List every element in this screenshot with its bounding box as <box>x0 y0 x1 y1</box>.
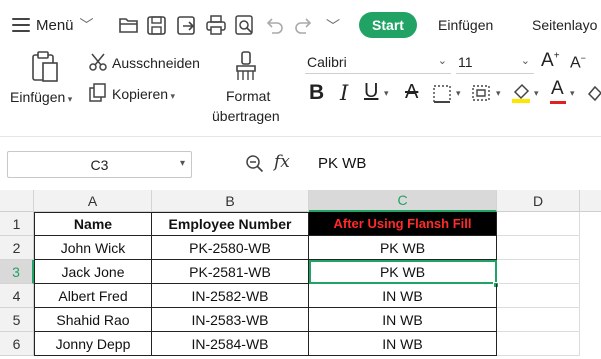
bold-icon[interactable]: B <box>309 81 324 105</box>
formula-input[interactable]: PK WB <box>318 155 366 172</box>
font-size-value: 11 <box>458 53 473 70</box>
cell-d5[interactable] <box>497 308 580 332</box>
cell-d2[interactable] <box>497 236 580 260</box>
save-icon[interactable] <box>146 13 168 37</box>
paste-button[interactable]: Einfügen ▾ <box>10 89 72 105</box>
cell-a6[interactable]: Jonny Depp <box>34 332 152 356</box>
tab-page-layout[interactable]: Seitenlayo <box>532 17 597 33</box>
row-header-5[interactable]: 5 <box>0 308 34 332</box>
cell-c3-selected[interactable]: PK WB <box>309 260 497 284</box>
fill-color-icon[interactable] <box>510 82 532 104</box>
undo-icon[interactable] <box>264 13 284 37</box>
font-name-select[interactable]: Calibri ⌄ <box>305 50 451 74</box>
strikethrough-icon[interactable]: A <box>405 81 418 104</box>
hamburger-icon <box>12 18 30 32</box>
tab-insert[interactable]: Einfügen <box>438 17 493 33</box>
chevron-down-icon: ⌄ <box>520 55 530 67</box>
row-header-3[interactable]: 3 <box>0 260 34 284</box>
copy-icon <box>89 83 106 102</box>
cell-c6[interactable]: IN WB <box>309 332 497 356</box>
cell-c4[interactable]: IN WB <box>309 284 497 308</box>
chevron-down-icon: ▾ <box>179 158 185 169</box>
scissors-icon <box>89 53 107 71</box>
cell-b2[interactable]: PK-2580-WB <box>152 236 309 260</box>
row-header-4[interactable]: 4 <box>0 284 34 308</box>
font-color-swatch <box>550 101 566 104</box>
format-painter-label-2[interactable]: übertragen <box>212 108 280 124</box>
ribbon: Einfügen ▾ Ausschneiden Kopieren ▾ Forma… <box>0 50 601 136</box>
column-header-d[interactable]: D <box>497 190 580 212</box>
fill-color-dropdown-icon[interactable]: ▾ <box>534 88 539 99</box>
function-icon[interactable]: fx <box>274 152 290 172</box>
print-icon[interactable] <box>205 13 227 37</box>
column-header-a[interactable]: A <box>34 190 152 212</box>
row-header-1[interactable]: 1 <box>0 212 34 236</box>
tab-start[interactable]: Start <box>359 12 417 38</box>
font-color-dropdown-icon[interactable]: ▾ <box>570 88 575 99</box>
name-box[interactable]: C3 ▾ <box>7 151 192 178</box>
underline-dropdown-icon[interactable]: ▾ <box>384 88 389 99</box>
format-painter-icon[interactable] <box>232 50 260 82</box>
copy-button[interactable]: Kopieren ▾ <box>112 86 175 102</box>
zoom-icon[interactable] <box>245 154 265 174</box>
underline-icon[interactable]: U <box>364 80 378 103</box>
export-icon[interactable] <box>176 13 198 37</box>
quick-access-dropdown-icon[interactable]: ﹀ <box>326 16 340 36</box>
open-folder-icon[interactable] <box>118 13 140 37</box>
border-dropdown-icon[interactable]: ▾ <box>456 88 461 99</box>
italic-icon[interactable]: I <box>340 81 348 105</box>
border-icon[interactable] <box>432 84 452 104</box>
format-painter-label-1[interactable]: Format <box>226 88 270 104</box>
cell-b6[interactable]: IN-2584-WB <box>152 332 309 356</box>
cell-style-dropdown-icon[interactable]: ▾ <box>496 88 501 99</box>
cell-a2[interactable]: John Wick <box>34 236 152 260</box>
cell-reference: C3 <box>90 156 109 173</box>
paste-label: Einfügen <box>10 89 66 105</box>
cell-d6[interactable] <box>497 332 580 356</box>
row-header-2[interactable]: 2 <box>0 236 34 260</box>
cell-c5[interactable]: IN WB <box>309 308 497 332</box>
cell-c1[interactable]: After Using Flansh Fill <box>309 212 497 236</box>
redo-icon[interactable] <box>294 13 314 37</box>
cell-style-icon[interactable] <box>470 83 492 103</box>
cell-b4[interactable]: IN-2582-WB <box>152 284 309 308</box>
font-size-select[interactable]: 11 ⌄ <box>456 50 534 74</box>
top-menu-bar: Menü ﹀ ﹀ Start Einfügen Seitenlayo <box>0 0 601 50</box>
menu-button[interactable]: Menü ﹀ <box>12 14 94 36</box>
column-header-c[interactable]: C <box>309 190 497 212</box>
row-header-6[interactable]: 6 <box>0 332 34 356</box>
cell-d1[interactable] <box>497 212 580 236</box>
chevron-down-icon: ⌄ <box>437 55 447 67</box>
print-preview-icon[interactable] <box>234 13 256 37</box>
cell-a5[interactable]: Shahid Rao <box>34 308 152 332</box>
font-name-value: Calibri <box>307 53 347 70</box>
paste-icon[interactable] <box>28 50 62 84</box>
cell-a3[interactable]: Jack Jone <box>34 260 152 284</box>
font-color-icon[interactable]: A <box>551 78 564 100</box>
formula-bar: C3 ▾ fx PK WB <box>0 136 601 188</box>
decrease-font-size-icon[interactable]: A− <box>570 53 586 72</box>
cell-d3[interactable] <box>497 260 580 284</box>
cell-b1[interactable]: Employee Number <box>152 212 309 236</box>
chevron-down-icon: ﹀ <box>79 17 94 33</box>
cell-c2[interactable]: PK WB <box>309 236 497 260</box>
cell-a4[interactable]: Albert Fred <box>34 284 152 308</box>
column-header-e[interactable] <box>580 190 601 212</box>
select-all-corner[interactable] <box>0 190 34 212</box>
cell-b3[interactable]: PK-2581-WB <box>152 260 309 284</box>
cut-button[interactable]: Ausschneiden <box>112 55 200 71</box>
menu-label: Menü <box>36 16 74 34</box>
cell-b5[interactable]: IN-2583-WB <box>152 308 309 332</box>
cell-d4[interactable] <box>497 284 580 308</box>
spreadsheet-grid: A B C D 1 2 3 4 5 6 Name Employee Number… <box>0 190 601 359</box>
increase-font-size-icon[interactable]: A+ <box>541 50 560 72</box>
eraser-icon[interactable] <box>586 82 601 104</box>
cell-a1[interactable]: Name <box>34 212 152 236</box>
copy-label: Kopieren <box>112 86 169 102</box>
column-header-b[interactable]: B <box>152 190 309 212</box>
